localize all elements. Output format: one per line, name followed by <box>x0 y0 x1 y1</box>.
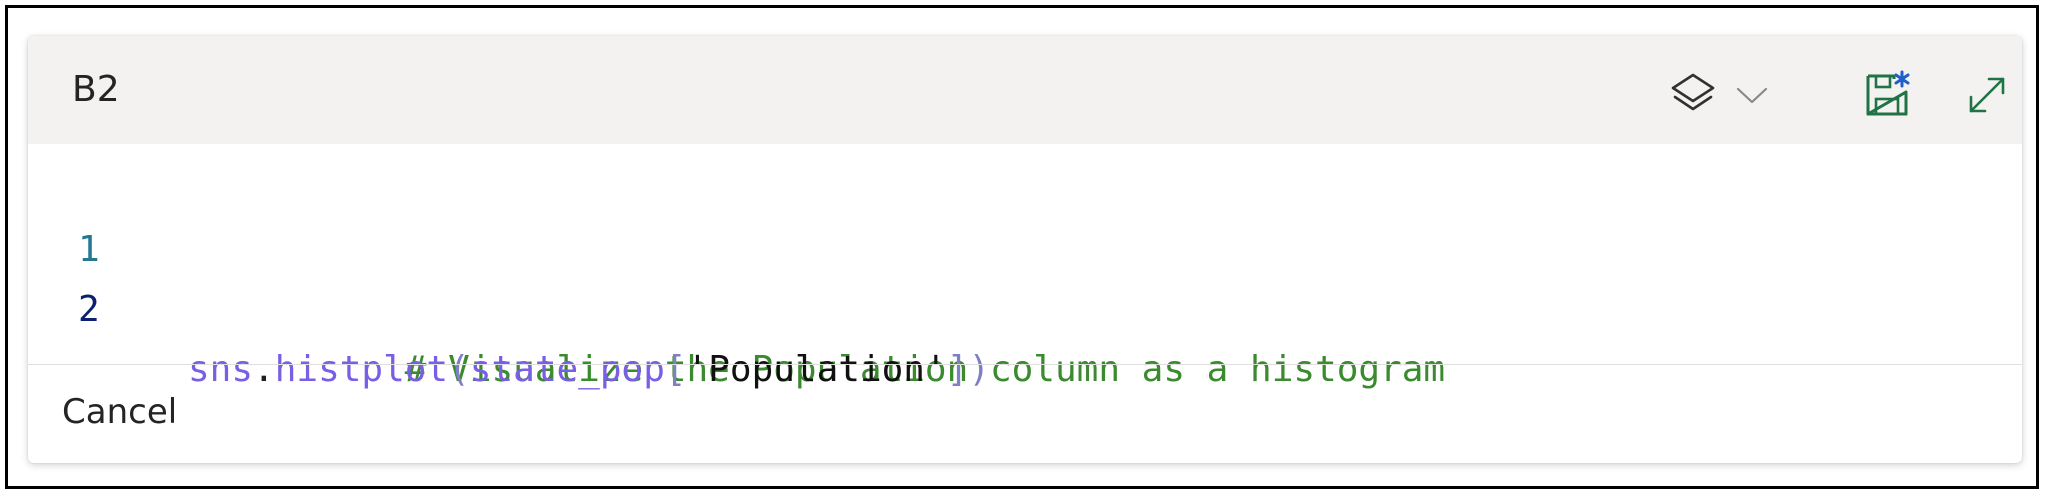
cancel-button[interactable]: Cancel <box>62 382 177 442</box>
chevron-down-icon <box>1736 87 1768 104</box>
code-line[interactable]: 1 # Visualize the Population column as a… <box>28 160 1445 390</box>
footer-divider <box>28 364 2022 365</box>
screenshot-frame: B2 1 # Visualize the Population column a… <box>5 5 2039 489</box>
code-function: histplot <box>274 349 449 390</box>
editor-header: B2 <box>28 36 2022 144</box>
code-dot: . <box>253 349 275 390</box>
code-module: sns <box>188 349 254 390</box>
expand-button[interactable] <box>1958 66 2016 124</box>
code-open-paren: ( <box>448 349 470 390</box>
line-number: 2 <box>78 289 100 330</box>
line-code[interactable]: sns.histplot(state_pop['Population']) <box>188 340 990 400</box>
expand-icon <box>1969 77 2005 113</box>
python-editor-card: B2 1 # Visualize the Population column a… <box>28 36 2022 463</box>
commit-button[interactable] <box>1858 66 1916 124</box>
output-type-dropdown[interactable] <box>1730 66 1774 124</box>
layers-icon <box>1671 73 1715 111</box>
code-variable: state_pop <box>469 349 665 390</box>
output-type-button[interactable] <box>1664 66 1722 124</box>
code-close-brackets: ]) <box>946 349 991 390</box>
code-editor[interactable]: 1 # Visualize the Population column as a… <box>28 144 2022 390</box>
code-string: 'Population' <box>686 349 947 390</box>
cell-reference: B2 <box>72 69 120 110</box>
save-icon <box>1866 70 1910 116</box>
code-open-bracket: [ <box>664 349 687 390</box>
code-line[interactable]: 2 sns.histplot(state_pop['Population']) <box>28 220 990 390</box>
